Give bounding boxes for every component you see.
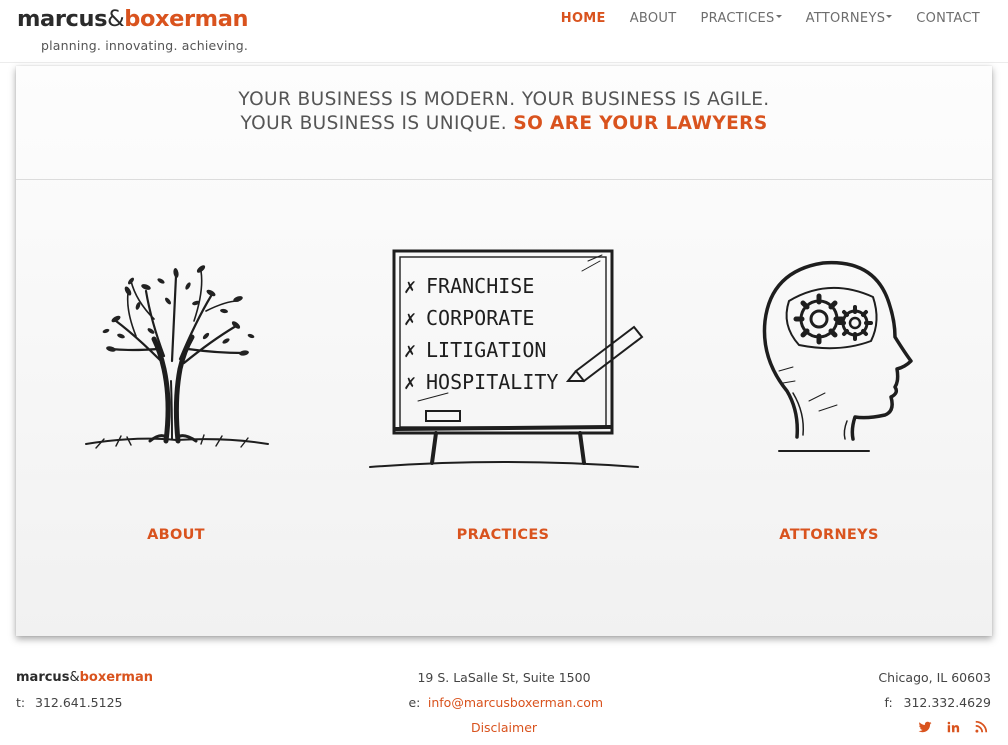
feature-about-label: ABOUT xyxy=(147,527,205,543)
hero-line-2-text: YOUR BUSINESS IS UNIQUE. xyxy=(240,113,508,134)
footer-city: Chicago, IL 60603 xyxy=(878,670,991,685)
footer-disclaimer: Disclaimer xyxy=(0,720,1008,735)
board-x-4: ✗ xyxy=(404,370,416,394)
feature-attorneys[interactable]: ATTORNEYS xyxy=(679,241,979,543)
feature-about[interactable]: ABOUT xyxy=(26,241,326,543)
nav-home[interactable]: HOME xyxy=(561,11,606,26)
rss-icon[interactable] xyxy=(974,720,988,734)
board-item-3: LITIGATION xyxy=(426,338,546,362)
logo-part-boxerman: boxerman xyxy=(124,6,249,32)
nav-practices[interactable]: PRACTICES xyxy=(701,11,782,26)
whiteboard-sketch-icon: ✗ ✗ ✗ ✗ FRANCHISE CORPORATE LITIGATION H… xyxy=(369,249,644,468)
hero-banner: YOUR BUSINESS IS MODERN. YOUR BUSINESS I… xyxy=(16,66,992,180)
feature-attorneys-label: ATTORNEYS xyxy=(779,527,879,543)
fax-value: 312.332.4629 xyxy=(903,695,991,710)
feature-practices[interactable]: ✗ ✗ ✗ ✗ FRANCHISE CORPORATE LITIGATION H… xyxy=(353,241,653,543)
social-links xyxy=(904,720,988,734)
board-x-3: ✗ xyxy=(404,338,416,362)
hero-line-1: YOUR BUSINESS IS MODERN. YOUR BUSINESS I… xyxy=(238,89,770,110)
head-gears-sketch-icon xyxy=(762,260,913,452)
site-tagline: planning. innovating. achieving. xyxy=(41,38,249,53)
hero-accent: SO ARE YOUR LAWYERS xyxy=(513,113,768,134)
nav-about[interactable]: ABOUT xyxy=(630,11,677,26)
board-x-1: ✗ xyxy=(404,274,416,298)
fax-label: f: xyxy=(884,695,893,710)
footer-address: 19 S. LaSalle St, Suite 1500 xyxy=(417,670,591,685)
logo-ampersand: & xyxy=(107,6,125,32)
footer-email: e: info@marcusboxerman.com xyxy=(0,695,1008,710)
hero-line-2: YOUR BUSINESS IS UNIQUE. SO ARE YOUR LAW… xyxy=(16,113,992,134)
twitter-icon[interactable] xyxy=(918,720,932,734)
tree-sketch-icon xyxy=(85,265,269,449)
linkedin-icon[interactable] xyxy=(946,720,960,734)
main-panel: YOUR BUSINESS IS MODERN. YOUR BUSINESS I… xyxy=(16,66,992,636)
nav-attorneys-label: ATTORNEYS xyxy=(805,11,886,26)
board-item-2: CORPORATE xyxy=(426,306,534,330)
nav-practices-label: PRACTICES xyxy=(700,11,775,26)
nav-attorneys[interactable]: ATTORNEYS xyxy=(806,11,893,26)
feature-practices-label: PRACTICES xyxy=(456,527,550,543)
caret-down-icon xyxy=(886,15,893,18)
caret-down-icon xyxy=(775,15,782,18)
board-item-1: FRANCHISE xyxy=(426,274,534,298)
footer-fax: f: 312.332.4629 xyxy=(885,695,991,710)
site-footer: marcus&boxerman t: 312.641.5125 19 S. LaS… xyxy=(0,660,1008,745)
nav-contact[interactable]: CONTACT xyxy=(916,11,980,26)
email-label: e: xyxy=(408,695,421,710)
site-logo[interactable]: marcus&boxerman xyxy=(17,6,249,32)
disclaimer-link[interactable]: Disclaimer xyxy=(471,720,537,735)
logo-part-marcus: marcus xyxy=(17,6,108,32)
email-link[interactable]: info@marcusboxerman.com xyxy=(428,695,603,710)
board-x-2: ✗ xyxy=(404,306,416,330)
main-nav: HOME ABOUT PRACTICES ATTORNEYS CONTACT xyxy=(537,11,980,26)
site-header: marcus&boxerman planning. innovating. ac… xyxy=(0,0,1008,63)
board-item-4: HOSPITALITY xyxy=(426,370,558,394)
